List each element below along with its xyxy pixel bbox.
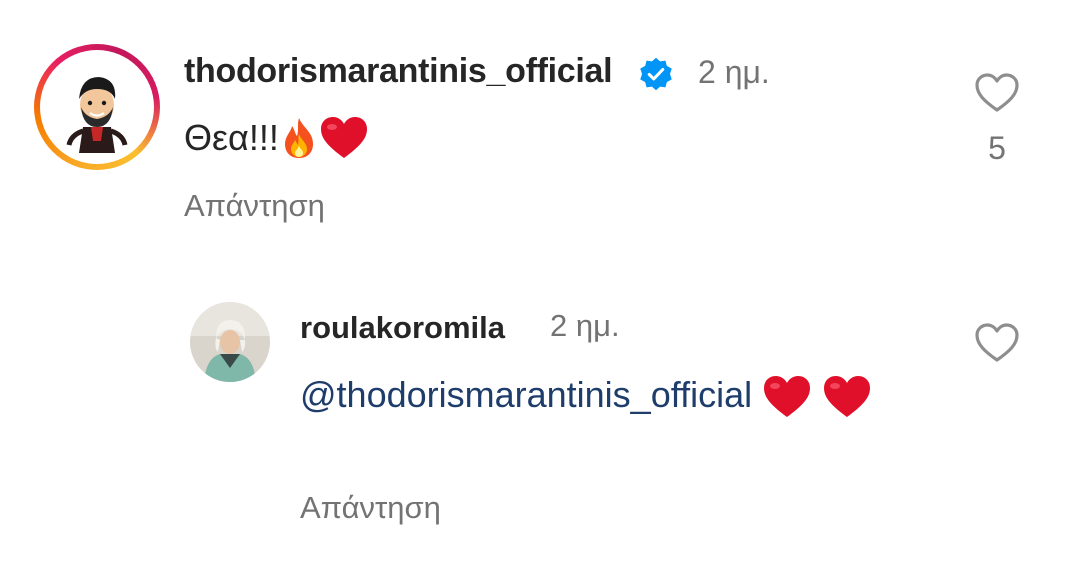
avatar-story-ring[interactable] — [34, 44, 160, 170]
red-heart-emoji — [320, 117, 367, 158]
comment-text: Θεα!!! — [184, 116, 369, 160]
red-heart-emoji — [824, 376, 871, 418]
user-mention-link[interactable]: @thodorismarantinis_official — [300, 374, 752, 415]
red-heart-emoji — [764, 376, 811, 418]
avatar-ring-gap — [40, 50, 154, 164]
heart-outline-icon[interactable] — [974, 322, 1020, 364]
verified-badge-icon — [640, 57, 672, 91]
avatar — [45, 55, 149, 159]
profile-photo-image — [190, 302, 270, 382]
fire-emoji — [284, 118, 313, 158]
comment-timestamp: 2 ημ. — [698, 54, 770, 90]
heart-outline-icon[interactable] — [974, 72, 1020, 114]
comment-username[interactable]: thodorismarantinis_official — [184, 52, 613, 91]
comment-body: Θεα!!! — [184, 117, 279, 158]
reply-comment: roulakoromila 2 ημ. @thodorismarantinis_… — [0, 260, 1080, 567]
avatar[interactable] — [190, 302, 270, 382]
reply-button[interactable]: Απάντηση — [184, 188, 325, 224]
caricature-avatar-image — [45, 55, 149, 159]
comment: thodorismarantinis_official 2 ημ. Θεα!!!… — [0, 0, 1080, 260]
comment-text: @thodorismarantinis_official — [300, 366, 940, 424]
comment-username[interactable]: roulakoromila — [300, 310, 505, 346]
like-count: 5 — [988, 130, 1006, 166]
comment-timestamp: 2 ημ. — [550, 308, 620, 343]
reply-button[interactable]: Απάντηση — [300, 490, 441, 526]
